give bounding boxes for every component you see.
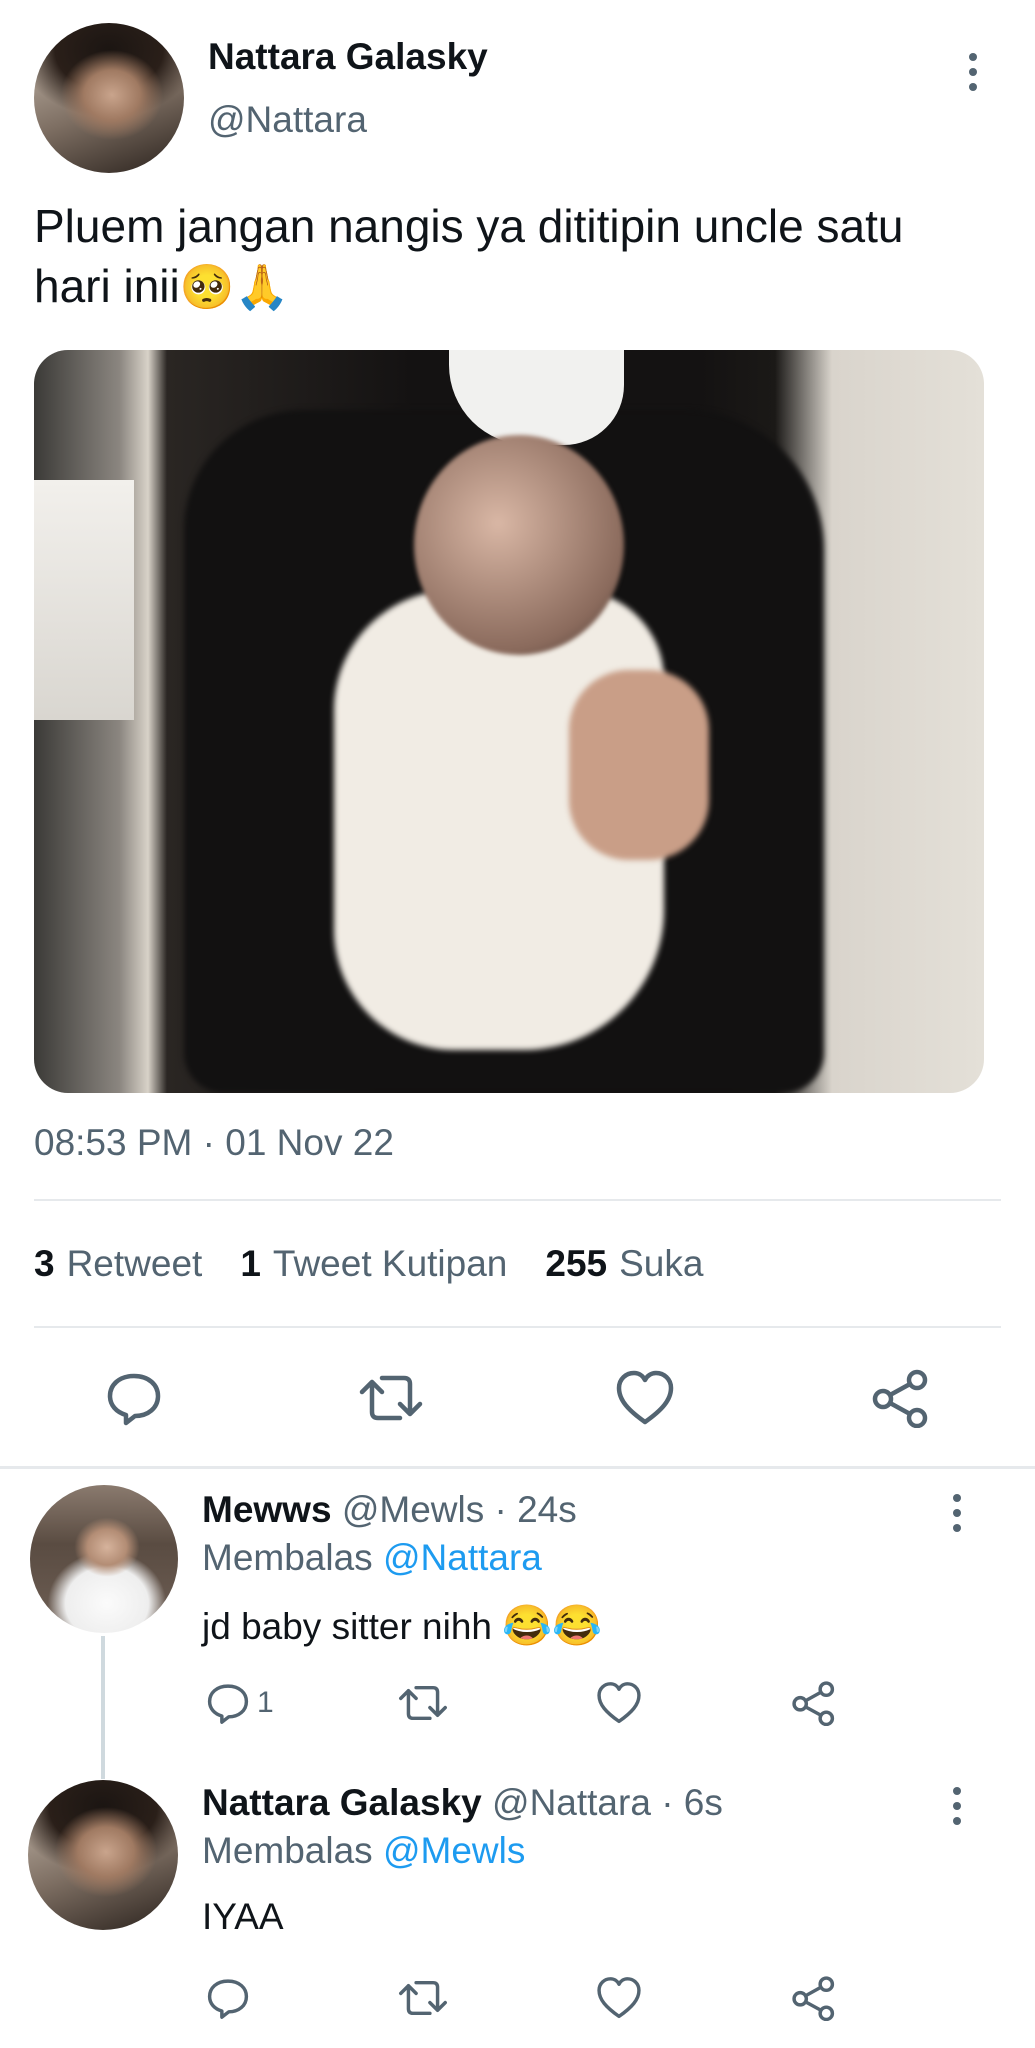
reply-author-name[interactable]: Nattara Galasky bbox=[202, 1782, 482, 1823]
like-icon[interactable] bbox=[595, 1680, 643, 1726]
tweet-text: Pluem jangan nangis ya dititipin uncle s… bbox=[34, 196, 934, 318]
reply-icon[interactable] bbox=[205, 1680, 251, 1726]
reply-avatar[interactable] bbox=[28, 1780, 178, 1930]
retweet-icon[interactable] bbox=[396, 1975, 450, 2021]
reply-meta: @Nattara · 6s bbox=[492, 1782, 723, 1823]
reply-icon[interactable] bbox=[205, 1975, 251, 2021]
reply-emojis: 😂😂 bbox=[502, 1604, 602, 1648]
thread-line bbox=[101, 1636, 105, 1779]
author-handle[interactable]: @Nattara bbox=[208, 99, 367, 141]
reply-action[interactable]: 1 bbox=[205, 1680, 274, 1726]
tweet-text-body: Pluem jangan nangis ya dititipin uncle s… bbox=[34, 200, 904, 312]
mention-link[interactable]: @Nattara bbox=[383, 1537, 542, 1578]
divider bbox=[34, 1199, 1001, 1201]
tweet-stats: 3 Retweet 1 Tweet Kutipan 255 Suka bbox=[34, 1243, 703, 1285]
more-icon[interactable] bbox=[950, 1787, 964, 1825]
reply-author-name[interactable]: Mewws bbox=[202, 1489, 332, 1530]
quote-stat[interactable]: 1 Tweet Kutipan bbox=[240, 1243, 507, 1285]
more-icon[interactable] bbox=[950, 1494, 964, 1532]
share-icon[interactable] bbox=[870, 1368, 932, 1428]
retweet-stat[interactable]: 3 Retweet bbox=[34, 1243, 202, 1285]
like-stat[interactable]: 255 Suka bbox=[545, 1243, 703, 1285]
replying-to: Membalas @Nattara bbox=[202, 1537, 542, 1578]
tweet-timestamp[interactable]: 08:53 PM · 01 Nov 22 bbox=[34, 1122, 394, 1164]
tweet-photo[interactable] bbox=[34, 350, 984, 1093]
reply-header[interactable]: Mewws @Mewls · 24s bbox=[202, 1489, 577, 1531]
mention-link[interactable]: @Mewls bbox=[383, 1830, 525, 1871]
reply-count: 1 bbox=[257, 1686, 274, 1719]
author-name[interactable]: Nattara Galasky bbox=[208, 36, 488, 78]
like-icon[interactable] bbox=[614, 1368, 676, 1428]
retweet-icon[interactable] bbox=[396, 1680, 450, 1726]
tweet-emojis: 🥺🙏 bbox=[179, 263, 290, 312]
more-icon[interactable] bbox=[966, 53, 980, 91]
replying-to: Membalas @Mewls bbox=[202, 1830, 526, 1871]
share-icon[interactable] bbox=[790, 1975, 838, 2021]
author-avatar[interactable] bbox=[34, 23, 184, 173]
share-icon[interactable] bbox=[790, 1680, 838, 1726]
reply-icon[interactable] bbox=[104, 1368, 164, 1428]
like-icon[interactable] bbox=[595, 1975, 643, 2021]
reply-avatar[interactable] bbox=[30, 1485, 178, 1633]
section-divider bbox=[0, 1466, 1035, 1469]
divider bbox=[34, 1326, 1001, 1328]
reply-meta: @Mewls · 24s bbox=[341, 1489, 577, 1530]
retweet-icon[interactable] bbox=[356, 1368, 426, 1428]
reply-header[interactable]: Nattara Galasky @Nattara · 6s bbox=[202, 1782, 723, 1824]
reply-text: IYAA bbox=[202, 1896, 284, 1937]
reply-text: jd baby sitter nihh 😂😂 bbox=[202, 1604, 602, 1648]
